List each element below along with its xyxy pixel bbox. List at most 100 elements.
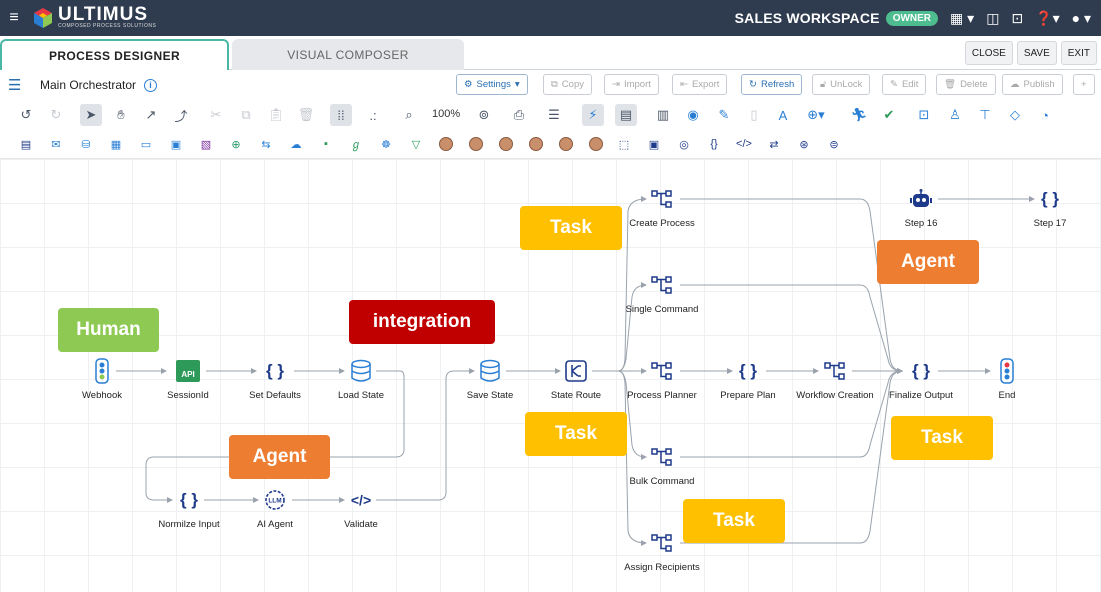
undo-icon[interactable]: ↺: [15, 104, 37, 126]
tab-process-designer[interactable]: PROCESS DESIGNER: [0, 39, 229, 70]
preview-eye-icon[interactable]: ◉: [682, 104, 704, 126]
avatar-2[interactable]: [468, 136, 484, 152]
refresh-button[interactable]: ↻ Refresh: [741, 74, 803, 95]
node-single-command[interactable]: Single Command: [612, 272, 712, 315]
form-icon[interactable]: ▧: [198, 136, 214, 152]
avatar-4[interactable]: [528, 136, 544, 152]
route-icon[interactable]: ⬚: [616, 136, 632, 152]
columns-icon[interactable]: ◫: [986, 10, 999, 27]
database-icon[interactable]: ⛁: [78, 136, 94, 152]
brush-icon[interactable]: ✎: [713, 104, 735, 126]
web-icon[interactable]: ⊕: [228, 136, 244, 152]
redo-icon[interactable]: ↻: [45, 104, 67, 126]
node-normalize-input[interactable]: { } Normilze Input: [139, 487, 239, 530]
node-finalize-output[interactable]: { } Finalize Output: [871, 358, 971, 401]
globe-menu-icon[interactable]: ⊕▾: [805, 104, 827, 126]
zoom-fit-icon[interactable]: ⌕: [398, 104, 420, 126]
avatar-6[interactable]: [588, 136, 604, 152]
node-sessionid[interactable]: API SessionId: [138, 358, 238, 401]
auto-connect-icon[interactable]: ⤴: [170, 104, 192, 126]
workspace-title[interactable]: SALES WORKSPACE: [735, 10, 880, 26]
grid-icon[interactable]: ⁞⁞: [330, 104, 352, 126]
library-icon[interactable]: ▥: [652, 104, 674, 126]
duplicate-icon[interactable]: ⧉: [235, 104, 257, 126]
node-validate[interactable]: </> Validate: [311, 487, 411, 530]
node-save-state[interactable]: Save State: [440, 358, 540, 401]
delete-icon[interactable]: 🗑︎: [295, 104, 317, 126]
cut-icon[interactable]: ✂: [205, 104, 227, 126]
node-bulk-command[interactable]: Bulk Command: [612, 444, 712, 487]
ultimus-logo[interactable]: ULTIMUS COMPOSED PROCESS SOLUTIONS: [32, 5, 156, 29]
exit-button[interactable]: EXIT: [1060, 41, 1097, 65]
inbox-icon[interactable]: ⊡: [1011, 10, 1023, 27]
validate-check-icon[interactable]: ✔: [878, 104, 900, 126]
target-icon[interactable]: ◎: [676, 136, 692, 152]
avatar-3[interactable]: [498, 136, 514, 152]
document-icon[interactable]: ▤: [18, 136, 34, 152]
properties-icon[interactable]: ▤: [615, 104, 637, 126]
spreadsheet-icon[interactable]: ▦: [108, 136, 124, 152]
add-button[interactable]: +: [1073, 74, 1095, 95]
info-icon[interactable]: i: [144, 78, 158, 92]
braces-icon[interactable]: {}: [706, 136, 722, 152]
avatar-5[interactable]: [558, 136, 574, 152]
copy-button[interactable]: ⧉ Copy: [543, 74, 592, 95]
connect-tool-icon[interactable]: ↗: [140, 104, 162, 126]
unlock-button[interactable]: 🔓︎ UnLock: [812, 74, 871, 95]
zoom-reset-icon[interactable]: ⊚: [473, 104, 495, 126]
node-step-16[interactable]: Step 16: [871, 186, 971, 229]
help-icon[interactable]: ❓▾: [1035, 10, 1059, 27]
settings-button[interactable]: ⚙ Settings ▾: [456, 74, 528, 95]
llm-icon[interactable]: ⊛: [796, 136, 812, 152]
node-process-planner[interactable]: Process Planner: [612, 358, 712, 401]
close-button[interactable]: CLOSE: [964, 41, 1013, 65]
grid-menu-icon[interactable]: ▦ ▾: [950, 10, 974, 27]
book-icon[interactable]: ▣: [168, 136, 184, 152]
run-icon[interactable]: 🏃︎: [848, 104, 870, 126]
pointer-tool-icon[interactable]: ➤: [80, 104, 102, 126]
workflow-icon[interactable]: ⇄: [766, 136, 782, 152]
node-end[interactable]: End: [957, 358, 1057, 401]
edit-button[interactable]: ✎ Edit: [882, 74, 927, 95]
publish-button[interactable]: ☁ Publish: [1002, 74, 1063, 95]
script-icon[interactable]: ℊ: [348, 136, 364, 152]
api-icon[interactable]: ▪: [318, 136, 334, 152]
export-button[interactable]: ⇤ Export: [672, 74, 728, 95]
person-icon[interactable]: ♙: [944, 104, 966, 126]
robot-icon[interactable]: ⊜: [826, 136, 842, 152]
columns-tool-icon[interactable]: ▯: [743, 104, 765, 126]
user-menu-icon[interactable]: ● ▾: [1072, 10, 1091, 27]
node-create-process[interactable]: Create Process: [612, 186, 712, 229]
split-icon[interactable]: ▣: [646, 136, 662, 152]
diamond-icon[interactable]: ◇: [1004, 104, 1026, 126]
avatar-1[interactable]: [438, 136, 454, 152]
import-button[interactable]: ⇥ Import: [604, 74, 659, 95]
service-icon[interactable]: ⇆: [258, 136, 274, 152]
email-icon[interactable]: ✉: [48, 136, 64, 152]
node-webhook[interactable]: Webhook: [52, 358, 152, 401]
node-load-state[interactable]: Load State: [311, 358, 411, 401]
filter-icon[interactable]: ▽: [408, 136, 424, 152]
cloud-icon[interactable]: ☁: [288, 136, 304, 152]
tab-visual-composer[interactable]: VISUAL COMPOSER: [232, 39, 464, 70]
delete-button[interactable]: 🗑︎ Delete: [936, 74, 996, 95]
palette-icon[interactable]: ◔: [1034, 104, 1056, 126]
code-icon[interactable]: </>: [736, 136, 752, 152]
save-button[interactable]: SAVE: [1016, 41, 1057, 65]
node-ai-agent[interactable]: LLM AI Agent: [225, 487, 325, 530]
hierarchy-icon[interactable]: ⊤: [974, 104, 996, 126]
group-icon[interactable]: ⊡: [913, 104, 935, 126]
node-prepare-plan[interactable]: { } Prepare Plan: [698, 358, 798, 401]
hand-tool-icon[interactable]: ✋︎: [110, 104, 132, 126]
text-tool-icon[interactable]: A: [772, 104, 794, 126]
node-set-defaults[interactable]: { } Set Defaults: [225, 358, 325, 401]
design-canvas[interactable]: Webhook API SessionId { } Set Defaults L…: [0, 158, 1101, 592]
snap-icon[interactable]: .:: [362, 104, 384, 126]
lightning-icon[interactable]: ⚡︎: [582, 104, 604, 126]
node-state-route[interactable]: State Route: [526, 358, 626, 401]
list-icon[interactable]: ☰: [543, 104, 565, 126]
paste-icon[interactable]: 📋︎: [265, 104, 287, 126]
hamburger-menu-icon[interactable]: ≡: [0, 9, 28, 27]
menu-icon[interactable]: ☰: [8, 76, 28, 94]
print-icon[interactable]: ⎙: [508, 104, 530, 126]
